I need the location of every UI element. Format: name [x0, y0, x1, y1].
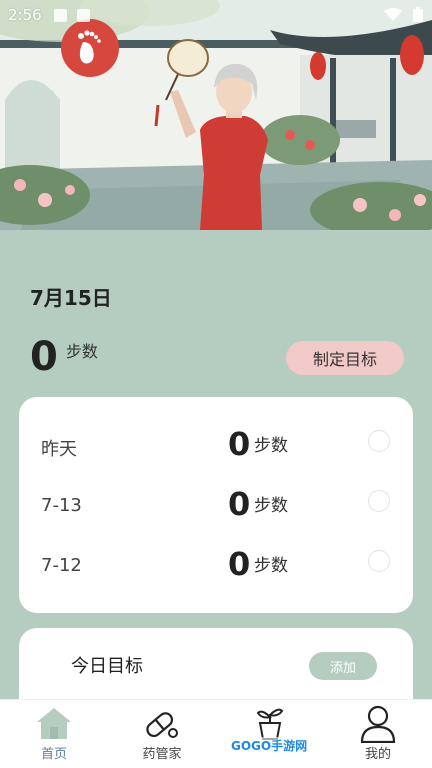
nav-item-plant[interactable]: [216, 700, 324, 768]
home-icon: [34, 705, 74, 743]
nav-label-medicine: 药管家: [142, 747, 182, 762]
nav-item-home[interactable]: 首页: [0, 700, 108, 768]
footprint-icon: [78, 30, 101, 64]
battery-icon: [413, 7, 423, 22]
nav-label-profile: 我的: [364, 747, 391, 762]
nav-item-profile[interactable]: 我的: [324, 700, 432, 768]
history-steps: 0: [228, 425, 251, 463]
current-date: 7月15日: [30, 286, 112, 310]
nav-label-home: 首页: [40, 747, 67, 762]
gallery-icon: [53, 8, 67, 22]
history-row[interactable]: 昨天 0 步数: [19, 425, 413, 465]
history-date: 7-12: [41, 555, 82, 576]
user-icon: [358, 705, 398, 743]
history-row[interactable]: 7-12 0 步数: [19, 545, 413, 585]
history-check-circle[interactable]: [368, 490, 390, 512]
step-history-card: 昨天 0 步数 7-13 0 步数 7-12 0 步数: [19, 397, 413, 613]
nav-item-medicine[interactable]: 药管家: [108, 700, 216, 768]
wifi-icon: [384, 8, 402, 21]
add-goal-button[interactable]: 添加: [309, 652, 377, 680]
today-step-count: 0 步数: [30, 334, 98, 380]
history-unit: 步数: [254, 496, 288, 516]
history-unit: 步数: [254, 556, 288, 576]
status-bar: 2:56: [0, 0, 432, 30]
history-date: 7-13: [41, 495, 82, 516]
set-goal-button[interactable]: 制定目标: [286, 341, 404, 375]
bottom-navigation: 首页 药管家 我的: [0, 699, 432, 768]
status-time: 2:56: [8, 6, 42, 24]
history-check-circle[interactable]: [368, 550, 390, 572]
today-steps-unit: 步数: [65, 342, 98, 361]
watermark-logo: GOGO手游网: [228, 737, 311, 754]
history-steps: 0: [228, 485, 251, 523]
today-steps-value: 0: [30, 334, 58, 380]
today-goal-title: 今日目标: [71, 656, 143, 677]
history-unit: 步数: [254, 436, 288, 456]
notification-icon: [76, 8, 90, 22]
history-row[interactable]: 7-13 0 步数: [19, 485, 413, 525]
pill-icon: [142, 705, 182, 743]
history-steps: 0: [228, 545, 251, 583]
history-date: 昨天: [41, 439, 77, 460]
history-check-circle[interactable]: [368, 430, 390, 452]
